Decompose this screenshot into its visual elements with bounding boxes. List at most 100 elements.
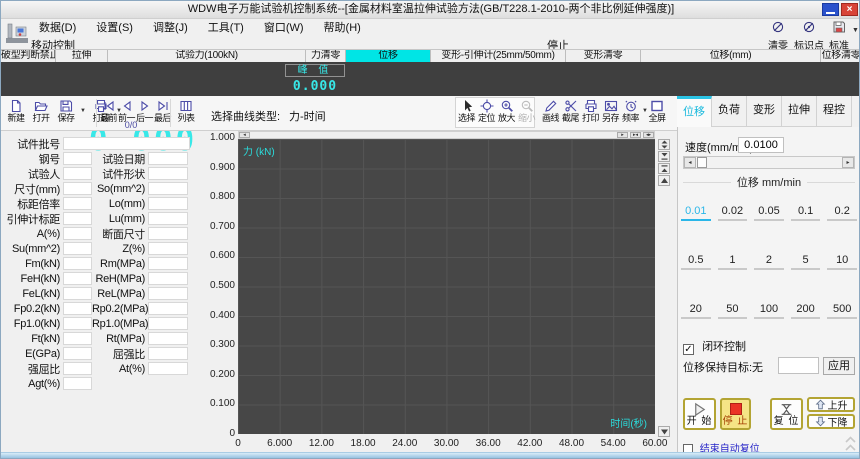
menu-data[interactable]: 数据(D) [31, 20, 84, 36]
form-input[interactable] [63, 272, 92, 285]
apply-button[interactable]: 应用 [823, 357, 855, 375]
scroll-down-limit-button[interactable] [658, 151, 670, 162]
preset-button[interactable]: 200 [791, 303, 821, 319]
form-input[interactable] [148, 212, 188, 225]
preset-button[interactable]: 5 [791, 254, 821, 270]
list-button[interactable]: 列表 [174, 99, 198, 123]
speed-input[interactable] [738, 137, 784, 153]
form-input[interactable] [63, 227, 92, 240]
preset-button[interactable]: 100 [754, 303, 784, 319]
preset-button[interactable]: 0.01 [681, 205, 711, 221]
form-input[interactable] [148, 167, 188, 180]
trim-button[interactable]: 截尾 [561, 99, 580, 123]
reset-button[interactable]: 复 位 [770, 398, 803, 430]
down-button[interactable]: 下降 [807, 414, 855, 429]
form-input[interactable] [63, 377, 92, 390]
form-input[interactable] [63, 287, 92, 300]
form-input[interactable] [148, 197, 188, 210]
form-input[interactable] [63, 197, 92, 210]
slider-right-icon[interactable]: ▸ [842, 157, 854, 168]
form-input[interactable] [63, 317, 92, 330]
form-input[interactable] [63, 167, 92, 180]
clear-button[interactable]: 清零 [763, 20, 793, 52]
form-input[interactable] [148, 317, 188, 330]
menu-adjust[interactable]: 调整(J) [145, 20, 196, 36]
print-chart-button[interactable]: 打印 [581, 99, 600, 123]
save-dropdown-caret-icon[interactable]: ▼ [80, 108, 86, 114]
menu-tools[interactable]: 工具(T) [200, 20, 252, 36]
close-button[interactable]: × [841, 3, 858, 16]
scroll-down-button[interactable] [658, 426, 670, 437]
draw-line-button[interactable]: 画线 [541, 99, 560, 123]
tab-deform[interactable]: 变形 [747, 96, 782, 127]
form-input[interactable] [148, 152, 188, 165]
fullscreen-button[interactable]: 全屏 [645, 99, 669, 123]
form-input[interactable] [63, 302, 92, 315]
preset-button[interactable]: 2 [754, 254, 784, 270]
preset-button[interactable]: 0.05 [754, 205, 784, 221]
preset-button[interactable]: 0.5 [681, 254, 711, 270]
tab-program[interactable]: 程控 [817, 96, 852, 127]
frequency-button[interactable]: 频率 [621, 99, 640, 123]
closed-loop-checkbox[interactable]: ✓ [683, 344, 694, 355]
form-input[interactable] [63, 242, 92, 255]
slider-left-icon[interactable]: ◂ [684, 157, 696, 168]
form-input[interactable] [63, 212, 92, 225]
hold-target-input[interactable] [778, 357, 819, 374]
form-input[interactable] [148, 347, 188, 360]
preset-button[interactable]: 500 [827, 303, 857, 319]
last-record-button[interactable]: 最后 [154, 99, 171, 123]
start-button[interactable]: 开 始 [683, 398, 716, 430]
menu-settings[interactable]: 设置(S) [88, 20, 141, 36]
expand-y-button[interactable] [658, 139, 670, 150]
preset-button[interactable]: 0.02 [718, 205, 748, 221]
locate-tool-button[interactable]: 定位 [477, 99, 496, 123]
scroll-up-limit-button[interactable] [658, 163, 670, 174]
chart-plot-area[interactable]: 力 (kN) 时间(秒) [238, 139, 655, 434]
form-input[interactable] [148, 182, 188, 195]
minimize-button[interactable] [822, 3, 839, 16]
scroll-left-icon[interactable]: ◂ [239, 132, 250, 138]
slider-thumb[interactable] [697, 157, 707, 168]
expand-x-icon[interactable]: ◂▸ [643, 132, 654, 138]
zoom-in-button[interactable]: 放大 [497, 99, 516, 123]
form-input[interactable] [148, 272, 188, 285]
chart-v-scrollbar[interactable] [658, 139, 671, 438]
menu-help[interactable]: 帮助(H) [316, 20, 369, 36]
scroll-right-icon[interactable]: ▸ [617, 132, 628, 138]
form-input[interactable] [148, 362, 188, 375]
form-input[interactable] [148, 332, 188, 345]
preset-button[interactable]: 50 [718, 303, 748, 319]
scroll-up-button[interactable] [658, 175, 670, 186]
form-input[interactable] [148, 242, 188, 255]
preset-button[interactable]: 10 [827, 254, 857, 270]
select-tool-button[interactable]: 选择 [457, 99, 476, 123]
compress-x-icon[interactable]: ▸◂ [630, 132, 641, 138]
form-input[interactable] [148, 287, 188, 300]
menu-window[interactable]: 窗口(W) [256, 20, 312, 36]
form-input[interactable] [63, 182, 92, 195]
form-input[interactable] [63, 332, 92, 345]
preset-button[interactable]: 1 [718, 254, 748, 270]
tab-load[interactable]: 负荷 [712, 96, 747, 127]
open-button[interactable]: 打开 [29, 99, 53, 123]
header-more-caret-icon[interactable]: ▼ [852, 27, 859, 34]
zoom-out-button[interactable]: 缩小 [517, 99, 536, 123]
stop-button[interactable]: 停 止 [720, 398, 751, 430]
new-button[interactable]: 新建 [4, 99, 28, 123]
tab-tension[interactable]: 拉伸 [782, 96, 817, 127]
form-input[interactable] [148, 302, 188, 315]
standard-button[interactable]: 标准 [825, 20, 853, 52]
speed-slider[interactable]: ◂ ▸ [683, 156, 855, 169]
form-input[interactable] [63, 257, 92, 270]
mark-point-button[interactable]: 标识点 [793, 20, 825, 52]
preset-button[interactable]: 0.1 [791, 205, 821, 221]
chart-h-scrollbar[interactable]: ◂ ▸ ▸◂ ◂▸ [238, 131, 655, 139]
save-as-button[interactable]: 另存 [601, 99, 620, 123]
tab-displacement[interactable]: 位移 [677, 96, 712, 127]
specimen-batch-input[interactable] [63, 137, 190, 150]
curve-type-value[interactable]: 力-时间 [289, 108, 326, 124]
save-button[interactable]: 保存 [54, 99, 78, 123]
form-input[interactable] [148, 257, 188, 270]
form-input[interactable] [63, 362, 92, 375]
